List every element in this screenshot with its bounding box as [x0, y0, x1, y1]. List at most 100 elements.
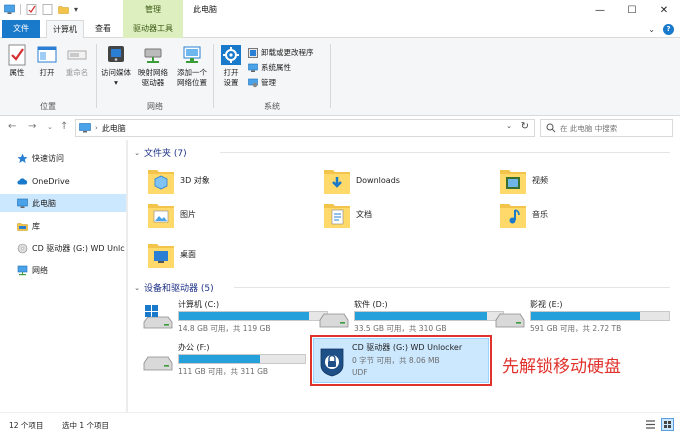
ribbon-tabs: 文件 计算机 查看 驱动器工具 ⌄ ?: [0, 20, 680, 39]
maximize-button[interactable]: ☐: [616, 0, 648, 20]
computer-icon[interactable]: [4, 4, 15, 15]
drive-usage-bar: [530, 311, 670, 321]
hard-drive-icon: [319, 313, 349, 328]
rename-label: 重命名: [65, 68, 89, 77]
new-folder-icon[interactable]: [42, 4, 53, 15]
access-media-label: 访问媒体: [101, 68, 131, 77]
manage-button[interactable]: 管理: [248, 77, 276, 88]
minimize-button[interactable]: —: [584, 0, 616, 20]
tab-file[interactable]: 文件: [2, 20, 40, 38]
tiles-view-icon[interactable]: [661, 418, 674, 431]
collapse-caret-icon[interactable]: ⌄: [130, 284, 144, 292]
drive-d[interactable]: 软件 (D:) 33.5 GB 可用，共 310 GB: [316, 298, 504, 336]
folder-downloads[interactable]: Downloads: [322, 164, 400, 196]
address-dropdown-icon[interactable]: ⌄: [506, 122, 512, 130]
folder-pictures[interactable]: 图片: [146, 198, 196, 230]
system-properties-button[interactable]: 系统属性: [248, 62, 291, 73]
system-properties-icon: [248, 63, 258, 72]
drive-name: 计算机 (C:): [178, 300, 220, 309]
nav-item-quick-access[interactable]: 快速访问: [0, 149, 128, 167]
refresh-icon[interactable]: ↻: [521, 121, 529, 132]
network-location-icon: [183, 46, 201, 63]
folder-icon[interactable]: [58, 4, 69, 15]
uninstall-icon: [248, 47, 258, 58]
drive-usage-fill: [531, 312, 640, 320]
navigation-pane: 快速访问 OneDrive 此电脑 库 CD 驱动器 (G:) WD Unlc …: [0, 140, 128, 412]
folder-music[interactable]: 音乐: [498, 198, 548, 230]
details-view-icon[interactable]: [644, 418, 657, 431]
computer-icon: [17, 198, 28, 208]
tab-computer[interactable]: 计算机: [46, 20, 84, 39]
nav-pane-splitter[interactable]: [126, 140, 128, 412]
open-settings-button[interactable]: 打开 设置: [218, 44, 244, 88]
folder-3d-objects[interactable]: 3D 对象: [146, 164, 210, 196]
network-icon: [17, 265, 28, 275]
folder-videos[interactable]: 视频: [498, 164, 548, 196]
add-network-location-button[interactable]: 添加一个 网络位置: [173, 44, 211, 88]
star-icon: [17, 153, 28, 163]
nav-item-cd-drive[interactable]: CD 驱动器 (G:) WD Unlc: [0, 239, 128, 257]
properties-icon: [8, 44, 26, 66]
wd-unlocker-lock-icon: [320, 348, 344, 377]
map-network-drive-button[interactable]: 映射网络 驱动器: [135, 44, 171, 88]
recent-locations-icon[interactable]: ⌄: [47, 123, 53, 131]
group-divider: [330, 44, 331, 108]
drive-e[interactable]: 影视 (E:) 591 GB 可用，共 2.72 TB: [492, 298, 670, 336]
uninstall-label: 卸载或更改程序: [261, 48, 314, 57]
drive-c[interactable]: 计算机 (C:) 14.8 GB 可用，共 119 GB: [140, 298, 328, 336]
window-title: 此电脑: [193, 5, 217, 14]
computer-icon: [79, 123, 91, 133]
nav-item-network[interactable]: 网络: [0, 261, 128, 279]
breadcrumb-separator-icon[interactable]: ›: [95, 124, 98, 132]
window-controls: — ☐ ✕: [584, 0, 680, 20]
back-arrow-icon[interactable]: ←: [8, 121, 16, 132]
close-button[interactable]: ✕: [648, 0, 680, 20]
nav-label: CD 驱动器 (G:) WD Unlc: [32, 243, 125, 253]
folder-documents[interactable]: 文档: [322, 198, 372, 230]
drive-space-info: 0 字节 可用，共 8.06 MB: [352, 356, 440, 365]
nav-label: 库: [32, 221, 40, 231]
properties-check-icon[interactable]: [26, 4, 37, 15]
windows-drive-icon: [143, 305, 173, 329]
drive-g-wd-unlocker[interactable]: CD 驱动器 (G:) WD Unlocker 0 字节 可用，共 8.06 M…: [310, 335, 492, 386]
nav-item-libraries[interactable]: 库: [0, 217, 128, 235]
manage-context-tab[interactable]: 管理: [123, 0, 183, 20]
toolbar-divider: [20, 4, 21, 15]
open-button[interactable]: 打开: [34, 44, 60, 78]
collapse-caret-icon[interactable]: ⌄: [130, 149, 144, 157]
drive-name: CD 驱动器 (G:) WD Unlocker: [352, 343, 463, 352]
open-settings-label-2: 设置: [223, 78, 239, 87]
status-bar: 12 个项目 选中 1 个项目: [0, 412, 680, 435]
open-settings-label-1: 打开: [223, 68, 239, 77]
search-input[interactable]: [560, 123, 670, 133]
drive-filesystem: UDF: [352, 368, 368, 377]
breadcrumb-this-pc[interactable]: 此电脑: [102, 123, 126, 134]
folders-section-header[interactable]: ⌄ 文件夹 (7): [130, 146, 670, 159]
hard-drive-icon: [143, 356, 173, 371]
folder-desktop[interactable]: 桌面: [146, 238, 196, 270]
drive-space-info: 111 GB 可用，共 311 GB: [178, 367, 269, 376]
tab-drive-tools[interactable]: 驱动器工具: [123, 20, 183, 38]
nav-item-this-pc[interactable]: 此电脑: [0, 194, 128, 212]
properties-button[interactable]: 属性: [4, 44, 30, 78]
uninstall-program-button[interactable]: 卸载或更改程序: [248, 47, 314, 58]
drives-section-header[interactable]: ⌄ 设备和驱动器 (5): [130, 281, 670, 294]
access-media-button[interactable]: 访问媒体 ▾: [99, 44, 133, 88]
tab-view[interactable]: 查看: [88, 20, 118, 38]
forward-arrow-icon[interactable]: →: [28, 121, 36, 132]
folder-label: Downloads: [356, 175, 400, 185]
drive-usage-fill: [179, 312, 309, 320]
settings-gear-icon: [221, 45, 241, 65]
nav-label: 此电脑: [32, 198, 56, 208]
search-box[interactable]: [540, 119, 673, 137]
folders-header-label: 文件夹 (7): [144, 149, 187, 159]
ribbon-group-location: 属性 打开 重命名 位置: [0, 40, 97, 114]
expand-ribbon-icon[interactable]: ⌄: [648, 25, 655, 34]
help-icon[interactable]: ?: [663, 24, 674, 35]
address-field[interactable]: › 此电脑 ⌄ ↻: [75, 119, 535, 137]
up-arrow-icon[interactable]: ↑: [60, 121, 68, 132]
customize-toolbar-icon[interactable]: ▾: [74, 5, 78, 14]
rename-button[interactable]: 重命名: [62, 44, 92, 78]
drive-f[interactable]: 办公 (F:) 111 GB 可用，共 311 GB: [140, 341, 310, 379]
nav-item-onedrive[interactable]: OneDrive: [0, 172, 128, 190]
